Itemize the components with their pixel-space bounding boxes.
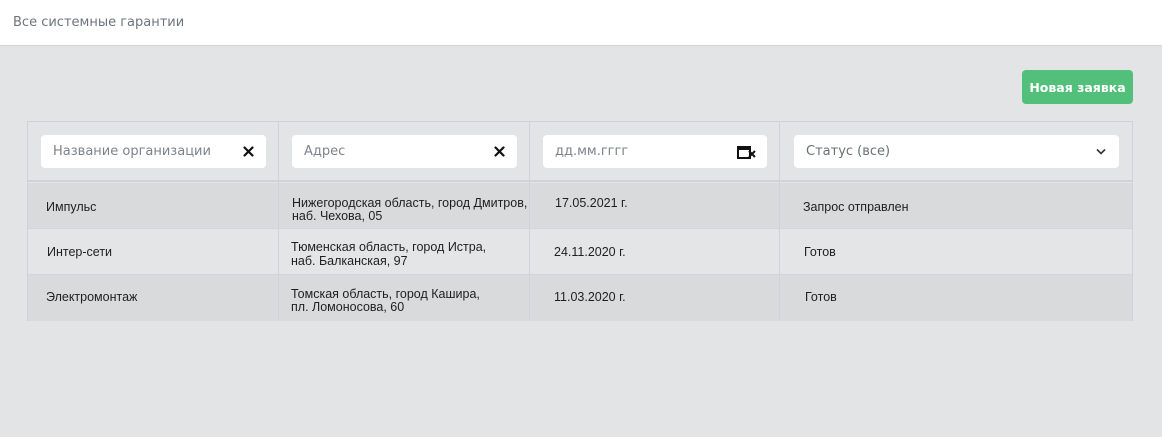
date-filter-placeholder: дд.мм.гггг bbox=[555, 144, 629, 159]
address-cell-line2: наб. Балканская, 97 bbox=[291, 254, 408, 268]
filter-row: Название организации Адрес дд.мм.гггг Ст… bbox=[28, 122, 1132, 182]
top-bar: Все системные гарантии bbox=[0, 0, 1162, 46]
table-row[interactable]: Электромонтаж Томская область, город Каш… bbox=[28, 275, 1132, 321]
column-divider bbox=[779, 122, 780, 320]
column-divider bbox=[278, 122, 279, 320]
organization-cell: Электромонтаж bbox=[46, 290, 138, 304]
table-row[interactable]: Импульс Нижегородская область, город Дми… bbox=[28, 183, 1132, 229]
close-icon[interactable] bbox=[241, 145, 255, 159]
calendar-clear-icon[interactable] bbox=[736, 145, 756, 159]
close-icon[interactable] bbox=[492, 145, 506, 159]
status-cell: Готов bbox=[805, 290, 837, 304]
date-cell: 11.03.2020 г. bbox=[554, 290, 626, 304]
organization-cell: Интер-сети bbox=[47, 245, 113, 259]
column-divider bbox=[529, 122, 530, 320]
date-filter-input[interactable]: дд.мм.гггг bbox=[543, 135, 767, 168]
guarantees-table: Название организации Адрес дд.мм.гггг Ст… bbox=[27, 121, 1133, 321]
status-filter-selected: Статус (все) bbox=[806, 144, 891, 159]
address-cell-line1: Нижегородская область, город Дмитров, bbox=[292, 196, 528, 210]
status-cell: Готов bbox=[804, 245, 836, 259]
date-cell: 17.05.2021 г. bbox=[555, 196, 628, 210]
address-filter-input[interactable]: Адрес bbox=[292, 135, 517, 168]
status-cell: Запрос отправлен bbox=[803, 200, 909, 214]
status-filter-select[interactable]: Статус (все) bbox=[794, 135, 1119, 168]
date-cell: 24.11.2020 г. bbox=[554, 245, 626, 259]
address-cell-line1: Тюменская область, город Истра, bbox=[291, 240, 487, 254]
address-cell-line1: Томская область, город Кашира, bbox=[291, 287, 480, 301]
organization-cell: Импульс bbox=[46, 200, 97, 214]
organization-filter-input[interactable]: Название организации bbox=[41, 135, 266, 168]
table-row[interactable]: Интер-сети Тюменская область, город Истр… bbox=[28, 229, 1132, 275]
organization-filter-placeholder: Название организации bbox=[53, 144, 211, 159]
chevron-down-icon bbox=[1095, 146, 1107, 158]
new-request-button[interactable]: Новая заявка bbox=[1022, 70, 1133, 104]
address-cell-line2: наб. Чехова, 05 bbox=[292, 209, 383, 223]
address-filter-placeholder: Адрес bbox=[304, 144, 346, 159]
page-title: Все системные гарантии bbox=[13, 15, 185, 30]
address-cell-line2: пл. Ломоносова, 60 bbox=[291, 300, 405, 314]
